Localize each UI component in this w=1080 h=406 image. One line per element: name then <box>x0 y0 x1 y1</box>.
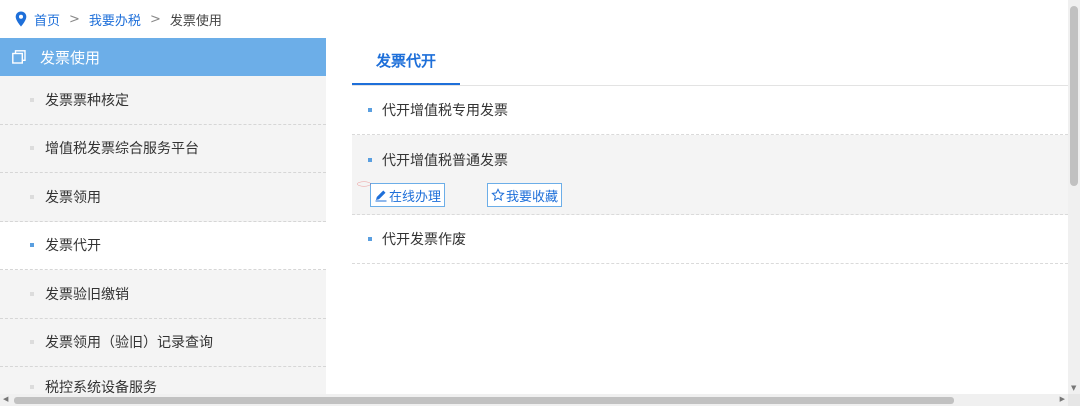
sidebar-item-label: 发票票种核定 <box>45 92 129 109</box>
bullet-icon <box>30 291 34 296</box>
sidebar-item-label: 发票领用 <box>45 189 101 206</box>
copy-icon <box>12 50 26 64</box>
sidebar-item-device-service[interactable]: 税控系统设备服务 <box>0 367 326 394</box>
breadcrumb-home-link[interactable]: 首页 <box>34 10 60 29</box>
horizontal-scroll-thumb[interactable] <box>14 397 954 404</box>
bullet-icon <box>368 158 372 162</box>
list-item-label: 代开增值税专用发票 <box>382 103 508 119</box>
vertical-scroll-thumb[interactable] <box>1070 6 1078 186</box>
tab-invoice-issue[interactable]: 发票代开 <box>352 37 461 85</box>
breadcrumb-separator: > <box>149 11 161 27</box>
sidebar-item-ticket-approval[interactable]: 发票票种核定 <box>0 76 326 125</box>
sidebar-item-invoice-verify[interactable]: 发票验旧缴销 <box>0 270 326 319</box>
online-process-button[interactable]: 在线办理 <box>357 181 446 207</box>
location-pin-icon <box>15 11 27 27</box>
bullet-icon <box>30 146 34 151</box>
list-item[interactable]: 代开发票作废 <box>352 215 1068 264</box>
sidebar-item-invoice-issue[interactable]: 发票代开 <box>0 221 326 270</box>
breadcrumb: 首页 > 我要办税 > 发票使用 <box>0 0 1068 38</box>
sidebar-item-invoice-receive[interactable]: 发票领用 <box>0 173 326 222</box>
bullet-icon <box>30 97 34 102</box>
sidebar-item-vat-platform[interactable]: 增值税发票综合服务平台 <box>0 125 326 173</box>
online-process-label: 在线办理 <box>389 189 442 205</box>
pencil-icon <box>375 190 387 202</box>
horizontal-scrollbar[interactable]: ◀ ▶ <box>0 394 1068 406</box>
breadcrumb-tax-link[interactable]: 我要办税 <box>89 10 141 29</box>
bullet-icon <box>30 385 34 389</box>
sidebar-header: 发票使用 <box>0 38 326 76</box>
main-panel: 发票代开 代开增值税专用发票 代开增值税普通发票 在线办理 我要收藏 代开发票作… <box>352 38 1068 394</box>
sidebar: 发票使用 发票票种核定 增值税发票综合服务平台 发票领用 发票代开 发票验旧缴销… <box>0 38 326 394</box>
favorite-label: 我要收藏 <box>506 189 559 205</box>
list-item-label: 代开增值税普通发票 <box>382 153 508 169</box>
scroll-left-arrow-icon[interactable]: ◀ <box>3 395 8 403</box>
sidebar-item-record-query[interactable]: 发票领用（验旧）记录查询 <box>0 319 326 367</box>
breadcrumb-separator: > <box>69 11 80 27</box>
list-item-expanded[interactable]: 代开增值税普通发票 在线办理 我要收藏 <box>352 135 1068 215</box>
sidebar-item-label: 发票领用（验旧）记录查询 <box>45 335 213 352</box>
tab-bar: 发票代开 <box>352 38 1068 86</box>
sidebar-item-label: 增值税发票综合服务平台 <box>45 141 199 158</box>
row-actions: 在线办理 我要收藏 <box>357 181 1068 208</box>
sidebar-item-label: 发票代开 <box>45 238 101 255</box>
list-item-label: 代开发票作废 <box>382 232 466 248</box>
bullet-icon <box>368 108 372 112</box>
vertical-scrollbar[interactable]: ▼ <box>1068 0 1080 394</box>
sidebar-item-label: 税控系统设备服务 <box>45 380 157 394</box>
sidebar-item-label: 发票验旧缴销 <box>45 286 129 303</box>
scroll-right-arrow-icon[interactable]: ▶ <box>1060 395 1065 403</box>
bullet-icon <box>30 243 34 248</box>
bullet-icon <box>30 194 34 199</box>
bullet-icon <box>368 237 372 241</box>
favorite-button[interactable]: 我要收藏 <box>487 183 563 207</box>
breadcrumb-current: 发票使用 <box>169 13 222 29</box>
bullet-icon <box>30 340 34 345</box>
scroll-down-arrow-icon[interactable]: ▼ <box>1071 384 1076 392</box>
star-icon <box>491 188 505 201</box>
list-item[interactable]: 代开增值税专用发票 <box>352 86 1068 135</box>
sidebar-header-title: 发票使用 <box>40 48 101 67</box>
scrollbar-corner <box>1068 394 1080 406</box>
